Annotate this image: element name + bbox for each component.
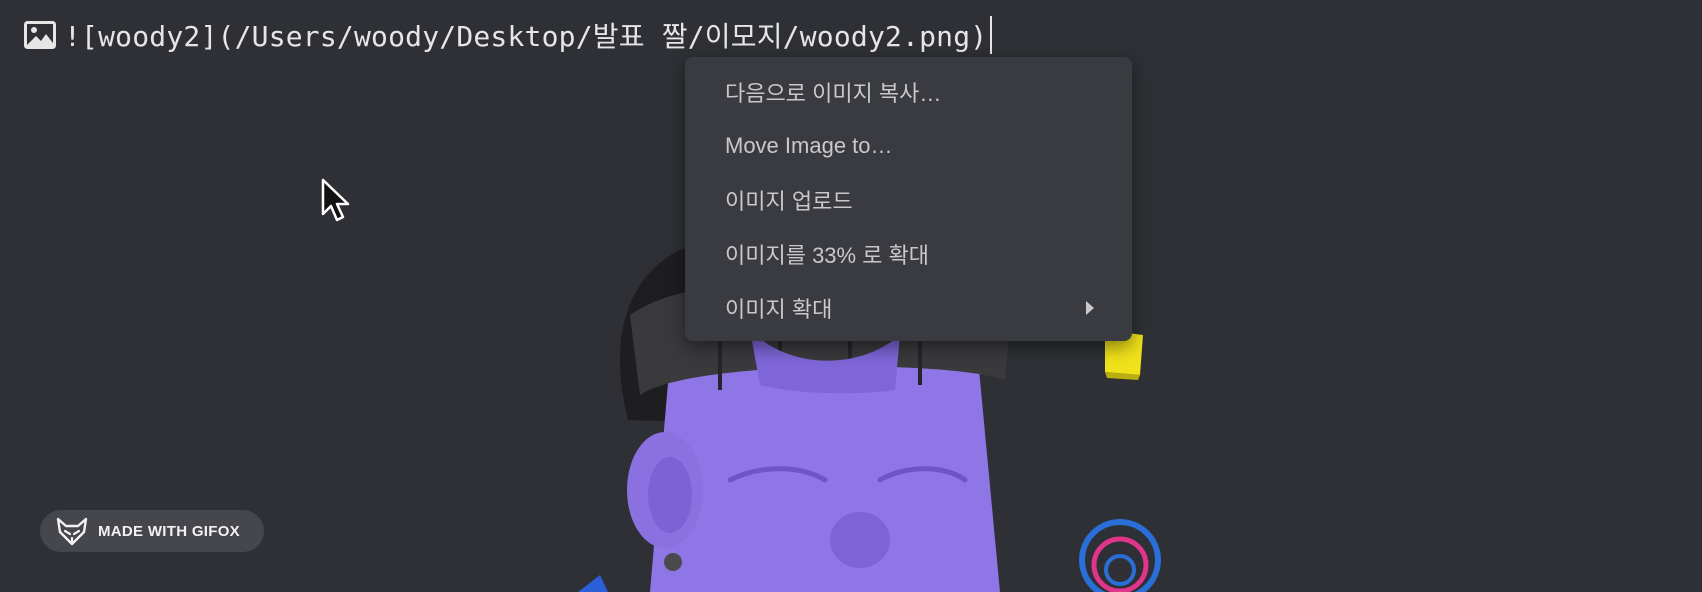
menu-item-label: 이미지를 33% 로 확대 (725, 243, 930, 268)
watermark-text: MADE WITH GIFOX (98, 522, 240, 540)
menu-item-upload-image[interactable]: 이미지 업로드 (685, 173, 1132, 227)
mouse-pointer-icon (321, 178, 350, 222)
gifox-watermark-badge: MADE WITH GIFOX (40, 510, 264, 552)
menu-item-zoom-33[interactable]: 이미지를 33% 로 확대 (685, 227, 1132, 281)
markdown-image-syntax[interactable]: ![woody2](/Users/woody/Desktop/발표 짤/이모지/… (64, 15, 987, 55)
menu-item-label: Move Image to… (725, 133, 893, 158)
fox-logo-icon (56, 517, 88, 546)
menu-item-label: 이미지 업로드 (725, 189, 853, 214)
chevron-right-icon (1086, 301, 1094, 315)
image-icon (24, 21, 56, 49)
text-caret (990, 16, 993, 54)
menu-item-label: 다음으로 이미지 복사… (725, 81, 942, 106)
menu-item-label: 이미지 확대 (725, 297, 833, 322)
menu-item-copy-image-to[interactable]: 다음으로 이미지 복사… (685, 65, 1132, 119)
markdown-editor[interactable]: ![woody2](/Users/woody/Desktop/발표 짤/이모지/… (0, 0, 1702, 592)
image-context-menu: 다음으로 이미지 복사… Move Image to… 이미지 업로드 이미지를… (685, 57, 1132, 341)
menu-item-move-image-to[interactable]: Move Image to… (685, 119, 1132, 173)
markdown-image-line[interactable]: ![woody2](/Users/woody/Desktop/발표 짤/이모지/… (24, 14, 993, 56)
menu-item-zoom-image[interactable]: 이미지 확대 (685, 281, 1132, 335)
